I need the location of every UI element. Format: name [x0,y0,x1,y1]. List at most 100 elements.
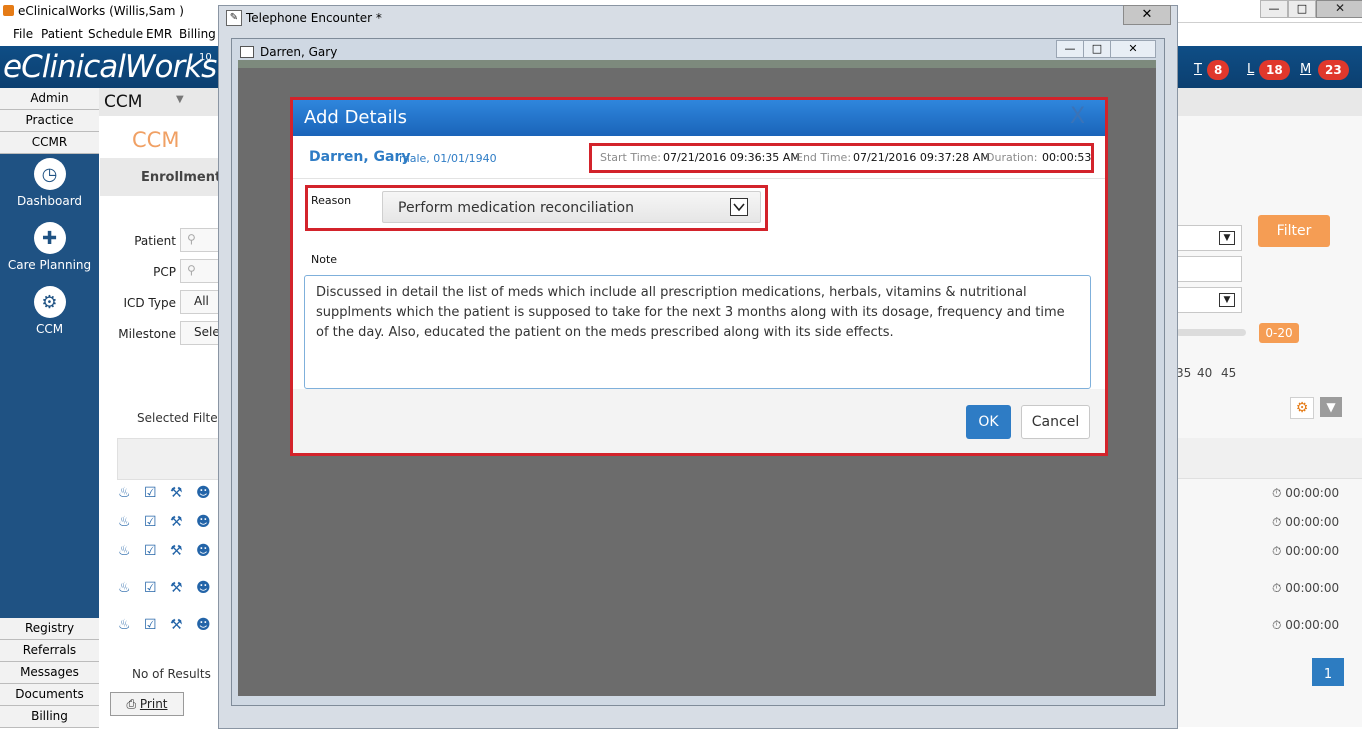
filter-milestone-select[interactable]: Sele [180,321,222,345]
divider [293,178,1105,179]
ccm-header-title[interactable]: CCM [104,92,142,112]
bell-icon[interactable]: ♨ [118,617,134,633]
search-icon: ⚲ [187,263,196,277]
user-check-icon[interactable]: ☻ [196,617,212,633]
table-row[interactable]: ♨ ☑ ⚒ ☻ [118,617,222,639]
care-plan-icon[interactable]: ⚒ [170,485,186,501]
app-maximize-button[interactable]: □ [1288,0,1316,18]
timer-cell[interactable]: ⏱ 00:00:00 [1272,618,1339,633]
checklist-icon[interactable]: ☑ [144,514,160,530]
ok-button[interactable]: OK [966,405,1011,439]
menu-emr[interactable]: EMR [146,27,172,41]
sidebar-practice[interactable]: Practice [0,110,99,132]
sidebar-referrals[interactable]: Referrals [0,640,99,662]
app-logo: eClinicalWorks [3,49,217,85]
reason-label: Reason [311,194,352,207]
timer-cell[interactable]: ⏱ 00:00:00 [1272,486,1339,501]
table-row[interactable]: ♨ ☑ ⚒ ☻ [118,580,222,602]
filter-icd-type-select[interactable]: All [180,290,222,314]
gear-icon[interactable]: ⚙ [1290,397,1314,419]
timer-cell[interactable]: ⏱ 00:00:00 [1272,544,1339,559]
care-plan-icon[interactable]: ⚒ [170,580,186,596]
right-select-3[interactable]: ▼ [1176,287,1242,313]
checklist-icon[interactable]: ☑ [144,617,160,633]
user-check-icon[interactable]: ☻ [196,485,212,501]
slider-tick-label: 45 [1221,366,1237,380]
patient-window-minimize[interactable]: — [1056,40,1084,58]
bell-icon[interactable]: ♨ [118,580,134,596]
patient-window-close[interactable]: ✕ [1110,40,1156,58]
sidebar-item-care-planning[interactable]: ✚ Care Planning [0,222,99,272]
print-button[interactable]: ⎙ Print [110,692,184,716]
dialog-header [293,100,1105,136]
ccm-dropdown-icon[interactable]: ▼ [176,94,184,105]
printer-icon: ⎙ [126,697,137,711]
right-select-1[interactable]: ▼ [1176,225,1242,251]
user-check-icon[interactable]: ☻ [196,514,212,530]
app-minimize-button[interactable]: — [1260,0,1288,18]
telephone-close-button[interactable]: ✕ [1123,5,1171,25]
filter-patient-input[interactable]: ⚲ [180,228,222,252]
filter-button[interactable]: Filter [1258,215,1330,247]
slider-tick-label: 40 [1197,366,1213,380]
care-plan-icon[interactable]: ⚒ [170,617,186,633]
logo-version: 10 [199,52,212,63]
app-icon [3,5,14,16]
sidebar-billing[interactable]: Billing [0,706,99,728]
no-of-results-label: No of Results [132,667,211,681]
app-close-button[interactable]: ✕ [1316,0,1362,18]
filter-pcp-input[interactable]: ⚲ [180,259,222,283]
sidebar-item-dashboard[interactable]: ◷ Dashboard [0,158,99,208]
table-row[interactable]: ♨ ☑ ⚒ ☻ [118,514,222,536]
patient-window-strip [238,60,1156,68]
start-time-value: 07/21/2016 09:36:35 AM [663,151,800,164]
sidebar-ccmr[interactable]: CCMR [0,132,99,154]
badge-t-count[interactable]: 8 [1207,60,1230,80]
sidebar-item-ccm[interactable]: ⚙ CCM [0,286,99,336]
sidebar-registry[interactable]: Registry [0,618,99,640]
care-plan-icon[interactable]: ⚒ [170,514,186,530]
menu-billing[interactable]: Billing [179,27,216,41]
timer-value: 00:00:00 [1285,618,1340,632]
bell-icon[interactable]: ♨ [118,485,134,501]
nurse-icon: ✚ [33,222,66,254]
pagination-page-1[interactable]: 1 [1312,658,1344,686]
menu-file[interactable]: File [13,27,33,41]
print-button-label: Print [139,697,168,711]
funnel-icon[interactable]: ▼ [1320,397,1342,417]
dialog-close-button[interactable]: X [1070,104,1085,129]
badge-m-count[interactable]: 23 [1318,60,1349,80]
menu-schedule[interactable]: Schedule [88,27,143,41]
sidebar-documents[interactable]: Documents [0,684,99,706]
checklist-icon[interactable]: ☑ [144,485,160,501]
sidebar-messages[interactable]: Messages [0,662,99,684]
menu-patient[interactable]: Patient [41,27,83,41]
chevron-down-icon[interactable] [730,198,748,216]
checklist-icon[interactable]: ☑ [144,580,160,596]
grid-header [117,438,223,480]
duration-value: 00:00:53 [1042,151,1092,164]
user-check-icon[interactable]: ☻ [196,580,212,596]
cancel-button[interactable]: Cancel [1021,405,1090,439]
tab-enrollment-label: Enrollment [141,170,222,185]
bell-icon[interactable]: ♨ [118,543,134,559]
badge-l-label[interactable]: L [1247,62,1254,77]
right-input-2[interactable] [1176,256,1242,282]
selected-filters-label: Selected Filter [137,411,223,425]
range-slider-track[interactable] [1176,329,1246,336]
badge-l-count[interactable]: 18 [1259,60,1290,80]
user-check-icon[interactable]: ☻ [196,543,212,559]
timer-cell[interactable]: ⏱ 00:00:00 [1272,581,1339,596]
checklist-icon[interactable]: ☑ [144,543,160,559]
stopwatch-icon: ⏱ [1272,544,1282,558]
care-plan-icon[interactable]: ⚒ [170,543,186,559]
badge-t-label[interactable]: T [1194,62,1202,77]
table-row[interactable]: ♨ ☑ ⚒ ☻ [118,485,222,507]
patient-window-maximize[interactable]: □ [1083,40,1111,58]
sidebar-admin[interactable]: Admin [0,88,99,110]
badge-m-label[interactable]: M [1300,62,1311,77]
timer-cell[interactable]: ⏱ 00:00:00 [1272,515,1339,530]
bell-icon[interactable]: ♨ [118,514,134,530]
table-row[interactable]: ♨ ☑ ⚒ ☻ [118,543,222,565]
filter-icd-type-label: ICD Type [123,296,176,310]
